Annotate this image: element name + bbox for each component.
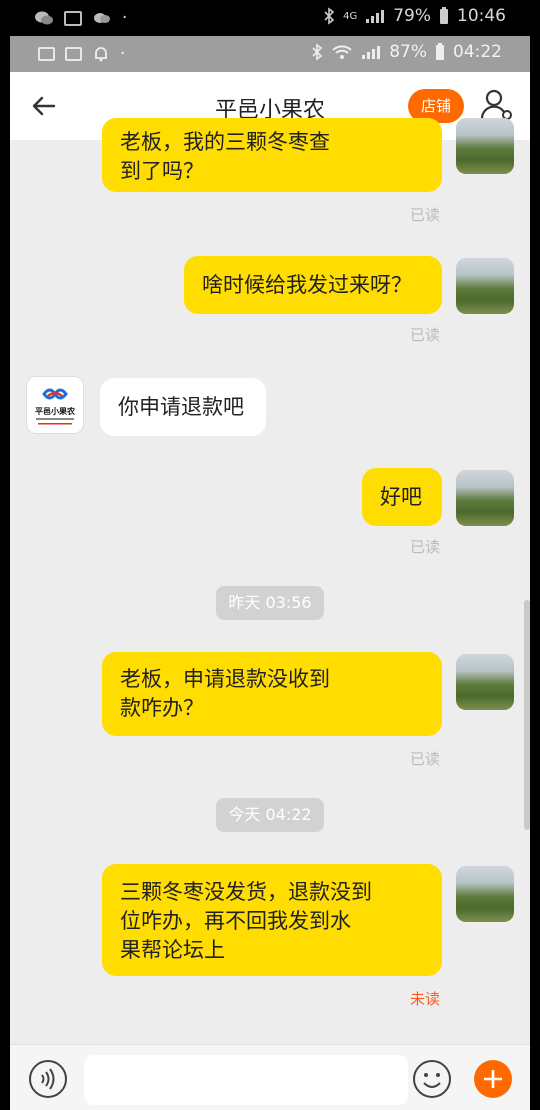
dot-icon: · [122, 8, 128, 28]
outer-status-bar: · 4G 79% 10:46 [0, 0, 540, 36]
signal-icon [362, 46, 381, 59]
signal-icon [366, 10, 385, 23]
message-text: 款咋办？ [120, 696, 204, 720]
read-status: 已读 [410, 326, 441, 344]
inner-time: 04:22 [453, 42, 502, 62]
cloud-icon [94, 13, 110, 23]
shop-logo-icon: 平邑小果农 [35, 388, 75, 425]
battery-icon [436, 43, 444, 60]
my-avatar[interactable] [456, 258, 514, 314]
my-avatar[interactable] [456, 470, 514, 526]
network-type: 4G [343, 10, 358, 22]
bell-icon [95, 47, 107, 62]
gallery-icon [64, 10, 82, 26]
shop-avatar[interactable]: 平邑小果农 [26, 376, 84, 434]
bluetooth-icon [324, 7, 335, 25]
message-text: 位咋办，再不回我发到水 [120, 909, 351, 933]
plus-icon[interactable] [473, 1059, 513, 1099]
read-status: 已读 [410, 206, 441, 224]
user-settings-icon[interactable] [480, 88, 514, 122]
voice-icon[interactable] [28, 1059, 68, 1099]
message-text: 老板，我的三颗冬枣查 [120, 130, 330, 154]
read-status: 已读 [410, 538, 441, 556]
inner-battery-text: 87% [389, 42, 427, 62]
gallery-icon [38, 47, 55, 61]
timestamp-divider: 今天 04:22 [216, 798, 324, 832]
message-text: 老板，申请退款没收到 [120, 667, 330, 691]
outer-battery-text: 79% [393, 6, 431, 26]
message-input[interactable] [84, 1055, 408, 1105]
message-bubble-sent[interactable]: 啥时候给我发过来呀？ [184, 256, 442, 314]
my-avatar[interactable] [456, 118, 514, 174]
timestamp-divider: 昨天 03:56 [216, 586, 324, 620]
input-bar [10, 1044, 530, 1110]
my-avatar[interactable] [456, 866, 514, 922]
message-text: 果帮论坛上 [120, 938, 225, 962]
outer-time: 10:46 [457, 6, 506, 26]
message-list[interactable]: 老板，我的三颗冬枣查 到了吗？ 已读 啥时候给我发过来呀？ 已读 平邑小果农 你… [10, 118, 530, 1074]
message-bubble-sent[interactable]: 好吧 [362, 468, 442, 526]
app-frame: · 87% 04:22 平邑小果农 店铺 老板，我的三颗冬枣查 到了吗？ 已读 … [10, 36, 530, 1110]
wechat-icon [35, 11, 53, 25]
message-bubble-sent[interactable]: 老板，申请退款没收到 款咋办？ [102, 652, 442, 736]
emoji-icon[interactable] [412, 1059, 452, 1099]
message-text: 好吧 [380, 485, 422, 509]
message-text: 啥时候给我发过来呀？ [202, 273, 412, 297]
message-bubble-received[interactable]: 你申请退款吧 [100, 378, 266, 436]
message-text: 三颗冬枣没发货，退款没到 [120, 880, 372, 904]
message-bubble-sent[interactable]: 三颗冬枣没发货，退款没到 位咋办，再不回我发到水 果帮论坛上 [102, 864, 442, 976]
wifi-icon [332, 45, 352, 59]
message-text: 你申请退款吧 [118, 395, 244, 419]
battery-icon [440, 7, 448, 24]
message-bubble-sent[interactable]: 老板，我的三颗冬枣查 到了吗？ [102, 118, 442, 192]
my-avatar[interactable] [456, 654, 514, 710]
shop-logo-text: 平邑小果农 [35, 406, 75, 416]
inner-status-bar: · 87% 04:22 [10, 36, 530, 72]
dot-icon: · [120, 44, 126, 64]
read-status: 已读 [410, 750, 441, 768]
message-text: 到了吗？ [120, 159, 204, 183]
unread-status: 未读 [410, 990, 441, 1008]
bluetooth-icon [312, 43, 323, 61]
qr-icon [65, 47, 82, 61]
scrollbar[interactable] [524, 600, 530, 830]
